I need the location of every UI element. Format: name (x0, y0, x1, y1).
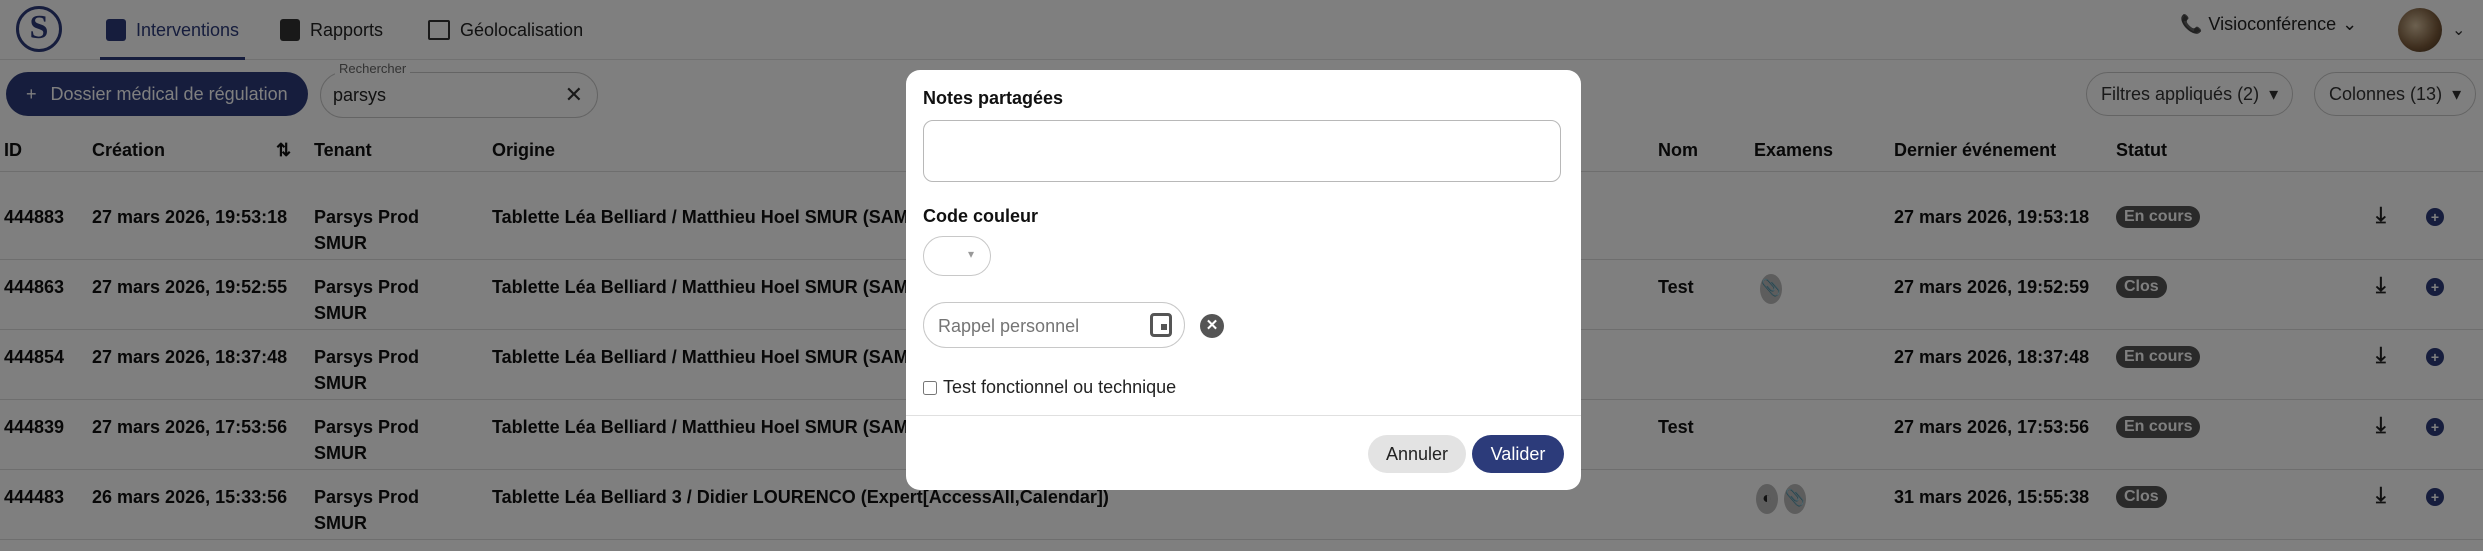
validate-button[interactable]: Valider (1472, 435, 1564, 473)
reminder-input[interactable] (938, 315, 1128, 337)
notes-dialog: Notes partagées Code couleur ▾ ✕ Test fo… (906, 70, 1581, 490)
color-code-select[interactable]: ▾ (923, 236, 991, 276)
color-code-label: Code couleur (923, 206, 1039, 226)
cancel-button[interactable]: Annuler (1368, 435, 1466, 473)
calendar-icon[interactable] (1150, 313, 1172, 337)
test-checkbox-label: Test fonctionnel ou technique (943, 377, 1177, 397)
notes-label: Notes partagées (923, 88, 1064, 108)
test-checkbox[interactable] (923, 380, 937, 395)
divider (906, 415, 1581, 416)
clear-icon[interactable]: ✕ (1200, 314, 1224, 338)
notes-textarea[interactable] (923, 120, 1561, 182)
reminder-field (923, 302, 1185, 348)
test-checkbox-row[interactable]: Test fonctionnel ou technique (923, 377, 1176, 398)
caret-down-icon: ▾ (968, 247, 975, 261)
